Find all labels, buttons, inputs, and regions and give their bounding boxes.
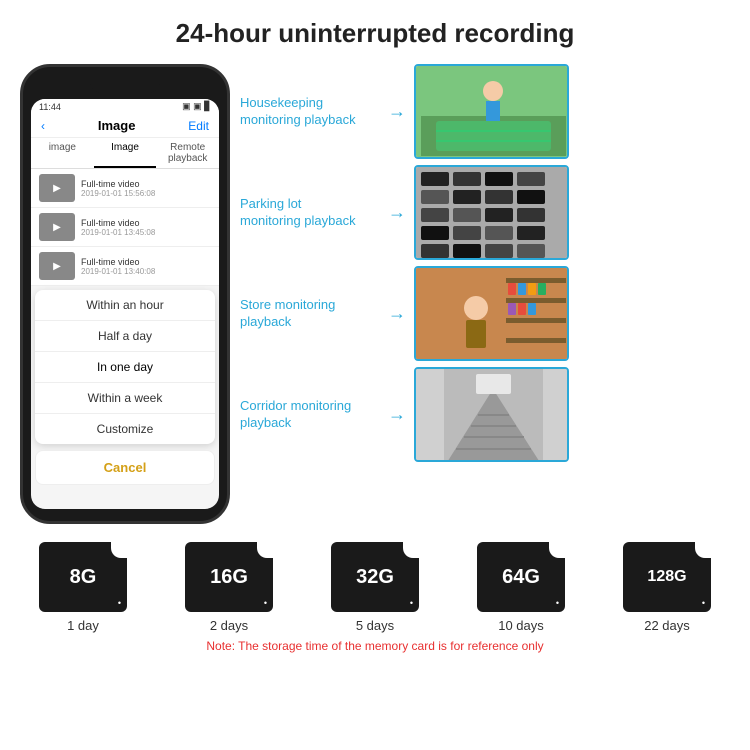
video-thumb-3: ▶	[39, 252, 75, 280]
phone-screen: 11:44 ▣ ▣ ▊ ‹ Image Edit image Image Rem…	[31, 99, 219, 509]
phone-back-button[interactable]: ‹	[41, 119, 45, 133]
phone-nav-title: Image	[98, 118, 136, 133]
corridor-arrow: →	[388, 404, 406, 425]
sd-size-128g: 128G	[647, 568, 686, 586]
sd-card-icon-32g: 32G •	[331, 542, 419, 612]
sd-days-32g: 5 days	[356, 618, 394, 633]
main-content: 11:44 ▣ ▣ ▊ ‹ Image Edit image Image Rem…	[0, 64, 750, 524]
video-thumb-2: ▶	[39, 213, 75, 241]
phone-time: 11:44	[39, 102, 61, 112]
corridor-image	[414, 367, 569, 462]
right-panel: Housekeepingmonitoring playback →	[240, 64, 730, 524]
sd-days-16g: 2 days	[210, 618, 248, 633]
corridor-svg	[416, 369, 569, 462]
cancel-button[interactable]: Cancel	[35, 450, 215, 485]
phone-dropdown: Within an hour Half a day In one day Wit…	[35, 290, 215, 444]
dropdown-item-4[interactable]: Within a week	[35, 383, 215, 414]
monitoring-item-housekeeping: Housekeepingmonitoring playback →	[240, 64, 730, 159]
sd-days-64g: 10 days	[498, 618, 544, 633]
parking-corner-arrow	[543, 258, 559, 260]
sd-card-icon-8g: 8G •	[39, 542, 127, 612]
sd-notch	[111, 542, 127, 558]
store-arrow: →	[388, 303, 406, 324]
parking-image	[414, 165, 569, 260]
corridor-corner-arrow	[543, 460, 559, 462]
sd-card-icon-64g: 64G •	[477, 542, 565, 612]
phone-edit-button[interactable]: Edit	[188, 119, 209, 133]
sd-notch	[549, 542, 565, 558]
monitoring-item-corridor: Corridor monitoringplayback →	[240, 367, 730, 462]
sd-card-icon-128g: 128G •	[623, 542, 711, 612]
video-label-3: Full-time video	[81, 257, 155, 267]
housekeeping-image	[414, 64, 569, 159]
sd-notch	[257, 542, 273, 558]
sd-notch	[695, 542, 711, 558]
video-label-1: Full-time video	[81, 179, 155, 189]
store-svg	[416, 268, 569, 361]
dropdown-item-2[interactable]: Half a day	[35, 321, 215, 352]
sd-dot-16g: •	[264, 598, 267, 608]
dropdown-item-5[interactable]: Customize	[35, 414, 215, 444]
video-thumb-1: ▶	[39, 174, 75, 202]
sd-size-32g: 32G	[356, 566, 394, 589]
phone-tab-image2[interactable]: Image	[94, 138, 157, 168]
video-date-3: 2019-01-01 13:40:08	[81, 267, 155, 276]
video-date-1: 2019-01-01 15:56:08	[81, 189, 155, 198]
sd-notch	[403, 542, 419, 558]
housekeeping-label: Housekeepingmonitoring playback	[240, 95, 380, 129]
sd-size-8g: 8G	[70, 566, 97, 589]
dropdown-item-1[interactable]: Within an hour	[35, 290, 215, 321]
monitoring-item-parking: Parking lotmonitoring playback →	[240, 165, 730, 260]
phone-tab-image[interactable]: image	[31, 138, 94, 168]
list-item: ▶ Full-time video 2019-01-01 13:45:08	[31, 208, 219, 247]
housekeeping-svg	[416, 66, 569, 159]
sd-dot-128g: •	[702, 598, 705, 608]
video-date-2: 2019-01-01 13:45:08	[81, 228, 155, 237]
phone-tabs: image Image Remote playback	[31, 138, 219, 169]
list-item: ▶ Full-time video 2019-01-01 15:56:08	[31, 169, 219, 208]
sd-card-32g: 32G • 5 days	[331, 542, 419, 633]
store-corner-arrow	[543, 359, 559, 361]
sd-days-128g: 22 days	[644, 618, 690, 633]
phone-mockup: 11:44 ▣ ▣ ▊ ‹ Image Edit image Image Rem…	[20, 64, 230, 524]
store-label: Store monitoringplayback	[240, 297, 380, 331]
store-image	[414, 266, 569, 361]
sd-card-128g: 128G • 22 days	[623, 542, 711, 633]
dropdown-item-3[interactable]: In one day	[35, 352, 215, 383]
page-title: 24-hour uninterrupted recording	[0, 0, 750, 59]
monitoring-item-store: Store monitoringplayback →	[240, 266, 730, 361]
parking-svg	[416, 167, 569, 260]
sd-days-8g: 1 day	[67, 618, 99, 633]
sd-dot-32g: •	[410, 598, 413, 608]
parking-label: Parking lotmonitoring playback	[240, 196, 380, 230]
phone-status-bar: 11:44 ▣ ▣ ▊	[31, 99, 219, 114]
parking-arrow: →	[388, 202, 406, 223]
sd-section: 8G • 1 day 16G • 2 days 32G • 5 days	[0, 542, 750, 653]
sd-size-16g: 16G	[210, 566, 248, 589]
sd-note: Note: The storage time of the memory car…	[10, 639, 740, 653]
phone-icons: ▣ ▣ ▊	[182, 101, 211, 112]
sd-card-16g: 16G • 2 days	[185, 542, 273, 633]
phone-notch	[90, 79, 160, 93]
phone-tab-remote[interactable]: Remote playback	[156, 138, 219, 168]
corridor-label: Corridor monitoringplayback	[240, 398, 380, 432]
sd-card-icon-16g: 16G •	[185, 542, 273, 612]
housekeeping-arrow: →	[388, 101, 406, 122]
sd-size-64g: 64G	[502, 566, 540, 589]
sd-dot-64g: •	[556, 598, 559, 608]
sd-card-64g: 64G • 10 days	[477, 542, 565, 633]
phone-list: ▶ Full-time video 2019-01-01 15:56:08 ▶ …	[31, 169, 219, 286]
housekeeping-corner-arrow	[543, 157, 559, 159]
phone-nav-bar: ‹ Image Edit	[31, 114, 219, 138]
video-label-2: Full-time video	[81, 218, 155, 228]
sd-dot-8g: •	[118, 598, 121, 608]
sd-cards-row: 8G • 1 day 16G • 2 days 32G • 5 days	[10, 542, 740, 633]
list-item: ▶ Full-time video 2019-01-01 13:40:08	[31, 247, 219, 286]
sd-card-8g: 8G • 1 day	[39, 542, 127, 633]
